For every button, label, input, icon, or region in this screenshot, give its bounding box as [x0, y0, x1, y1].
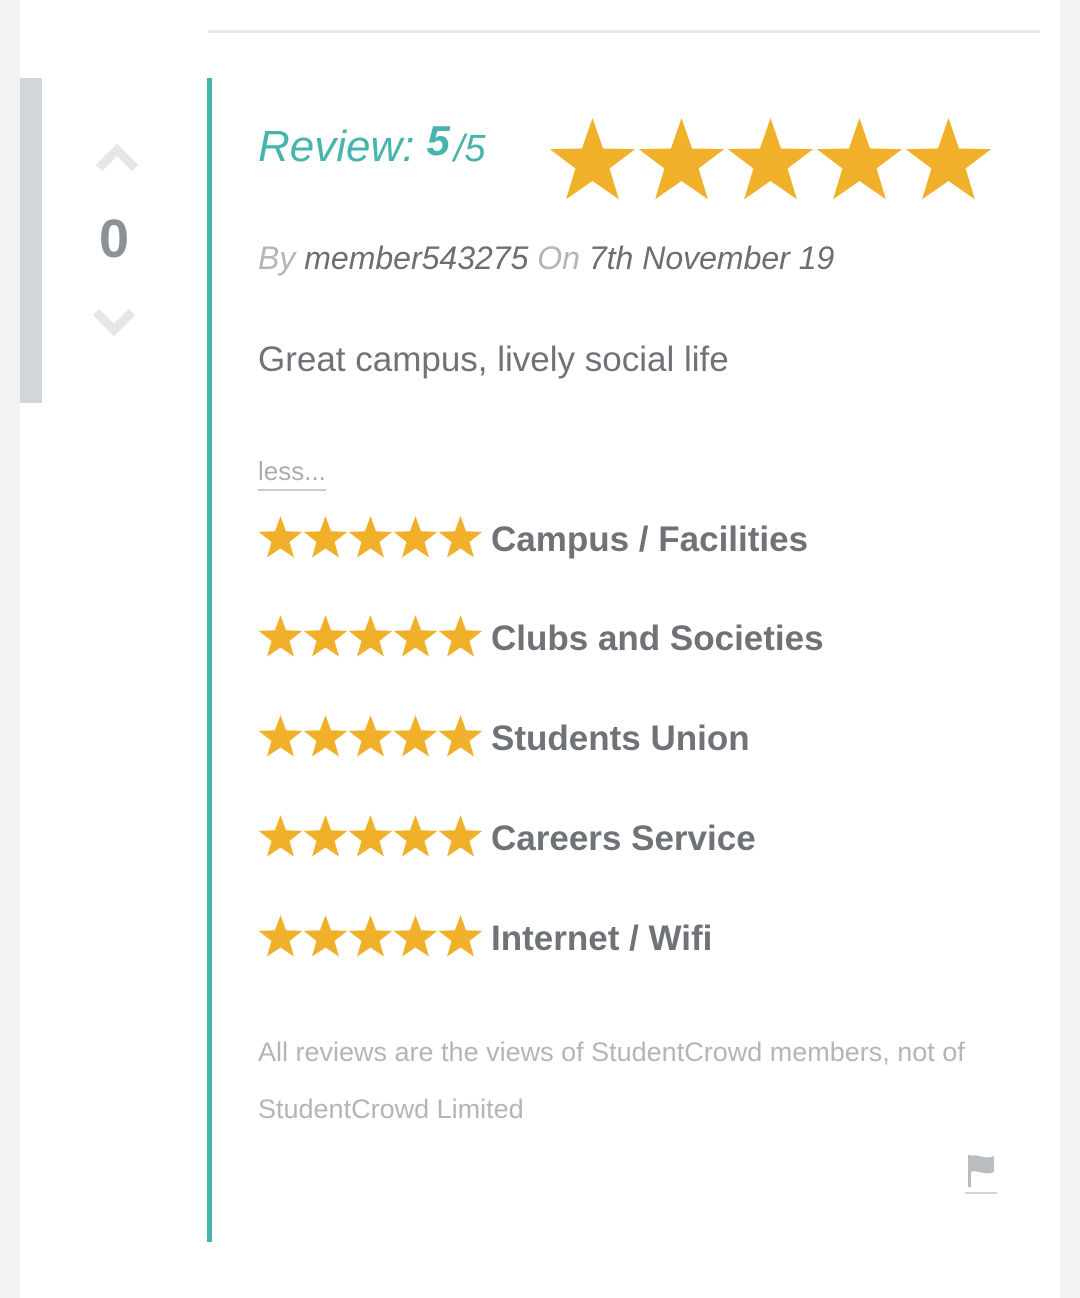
star-icon: [303, 815, 348, 857]
star-icon: [549, 118, 636, 200]
downvote-button[interactable]: [92, 306, 136, 340]
star-icon: [258, 516, 303, 558]
chevron-up-icon: [95, 143, 139, 172]
rating-label: Internet / Wifi: [491, 919, 713, 958]
less-link[interactable]: less...: [258, 456, 326, 491]
review-score-max: 5: [464, 128, 486, 170]
vote-count: 0: [98, 209, 130, 269]
rating-label: Students Union: [491, 719, 750, 758]
review-date: 7th November 19: [588, 240, 835, 276]
rating-label: Clubs and Societies: [491, 619, 824, 658]
star-icon: [438, 815, 483, 857]
star-icon: [438, 516, 483, 558]
review-text: Great campus, lively social life: [258, 340, 729, 379]
star-icon: [348, 715, 393, 757]
review-score-slash: /: [453, 128, 465, 170]
disclaimer-text: All reviews are the views of StudentCrow…: [258, 1037, 965, 1124]
star-icon: [348, 815, 393, 857]
review-author[interactable]: member543275: [304, 240, 528, 276]
star-icon: [258, 915, 303, 957]
divider: [208, 30, 1040, 33]
star-icon: [816, 118, 903, 200]
star-icon: [303, 915, 348, 957]
star-icon: [258, 615, 303, 657]
vote-indicator-bar: [20, 78, 42, 403]
category-star-rating: [258, 915, 484, 961]
upvote-button[interactable]: [95, 140, 139, 174]
on-label: On: [537, 240, 580, 276]
category-star-rating: [258, 516, 484, 562]
category-star-rating: [258, 615, 484, 661]
star-icon: [258, 815, 303, 857]
review-accent-rule: [207, 78, 212, 1242]
star-icon: [303, 715, 348, 757]
star-icon: [393, 815, 438, 857]
star-icon: [258, 715, 303, 757]
category-star-rating: [258, 715, 484, 761]
rating-label: Campus / Facilities: [491, 520, 809, 559]
star-icon: [303, 615, 348, 657]
star-icon: [393, 516, 438, 558]
star-icon: [638, 118, 725, 200]
rating-label: Careers Service: [491, 819, 756, 858]
star-icon: [438, 715, 483, 757]
star-icon: [303, 516, 348, 558]
star-icon: [905, 118, 992, 200]
star-icon: [348, 516, 393, 558]
report-button[interactable]: [965, 1152, 997, 1196]
review-byline: By member543275 On 7th November 19: [258, 240, 834, 277]
chevron-down-icon: [92, 308, 136, 337]
star-icon: [727, 118, 814, 200]
review-heading: Review: 5/5: [258, 117, 486, 192]
by-label: By: [258, 240, 296, 276]
star-icon: [348, 615, 393, 657]
category-star-rating: [258, 815, 484, 861]
review-score: 5: [426, 117, 450, 164]
star-icon: [348, 915, 393, 957]
star-icon: [438, 915, 483, 957]
review-label: Review:: [258, 122, 415, 171]
star-icon: [393, 715, 438, 757]
flag-icon: [965, 1155, 997, 1194]
star-icon: [438, 615, 483, 657]
star-icon: [393, 615, 438, 657]
overall-star-rating: [548, 118, 994, 208]
star-icon: [393, 915, 438, 957]
